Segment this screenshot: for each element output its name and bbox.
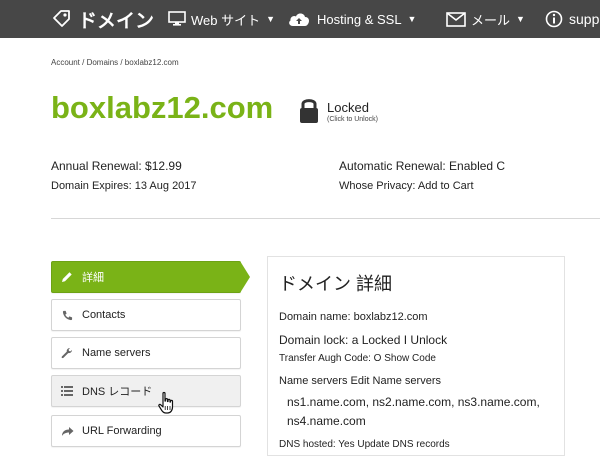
info-icon xyxy=(545,10,563,28)
pencil-icon xyxy=(52,271,82,283)
active-indicator xyxy=(240,261,250,293)
nav-web[interactable]: Web サイト ▼ xyxy=(168,0,275,38)
lock-hint: (Click to Unlock) xyxy=(327,116,378,123)
nav-hosting[interactable]: Hosting & SSL ▼ xyxy=(287,0,416,38)
lock-status[interactable]: Locked xyxy=(327,100,369,115)
top-nav: ドメイン Web サイト ▼ Hosting & SSL ▼ メール ▼ sup… xyxy=(0,0,600,38)
monitor-icon xyxy=(168,11,186,27)
chevron-down-icon: ▼ xyxy=(516,14,525,24)
domain-lock-row[interactable]: Domain lock: a Locked I Unlock xyxy=(279,333,447,347)
menu-item-name-servers[interactable]: Name servers xyxy=(51,337,241,369)
name-servers-values: ns1.name.com, ns2.name.com, ns3.name.com… xyxy=(287,395,540,428)
panel-title: ドメイン 詳細 xyxy=(279,274,393,294)
divider xyxy=(51,218,600,219)
menu-item-label: 詳細 xyxy=(82,272,104,284)
share-arrow-icon xyxy=(52,426,82,437)
lock-icon[interactable] xyxy=(298,96,320,129)
menu-item-contacts[interactable]: Contacts xyxy=(51,299,241,331)
page-title: boxlabz12.com xyxy=(51,90,274,125)
cloud-upload-icon xyxy=(287,10,311,28)
envelope-icon xyxy=(446,11,466,27)
menu-item-details[interactable]: 詳細 xyxy=(51,261,241,293)
menu-item-url-forwarding[interactable]: URL Forwarding xyxy=(51,415,241,447)
nav-support[interactable]: supp xyxy=(545,0,599,38)
whois-privacy[interactable]: Whose Privacy: Add to Cart xyxy=(339,180,474,192)
phone-icon xyxy=(52,310,82,321)
nav-hosting-label: Hosting & SSL xyxy=(317,11,402,27)
hand-cursor-icon xyxy=(158,391,176,420)
name-servers-row[interactable]: Name servers Edit Name servers xyxy=(279,375,441,387)
chevron-down-icon: ▼ xyxy=(266,14,276,24)
nav-mail[interactable]: メール ▼ xyxy=(446,0,525,38)
auto-renewal[interactable]: Automatic Renewal: Enabled C xyxy=(339,159,505,173)
annual-renewal: Annual Renewal: $12.99 xyxy=(51,159,182,173)
domain-expires: Domain Expires: 13 Aug 2017 xyxy=(51,180,197,192)
wrench-icon xyxy=(52,347,82,359)
nav-domains[interactable]: ドメイン xyxy=(52,0,154,38)
menu-item-label: Name servers xyxy=(82,347,151,359)
domain-name-row: Domain name: boxlabz12.com xyxy=(279,311,428,323)
menu-item-label: Contacts xyxy=(82,309,126,321)
list-icon xyxy=(52,386,82,396)
nav-web-label: Web サイト xyxy=(191,12,261,28)
nav-support-label: supp xyxy=(569,11,600,27)
tag-icon xyxy=(52,9,72,29)
menu-item-dns-records[interactable]: DNS レコード xyxy=(51,375,241,407)
breadcrumb[interactable]: Account / Domains / boxlabz12.com xyxy=(51,58,179,67)
nav-mail-label: メール xyxy=(471,12,511,28)
dns-hosted-row[interactable]: DNS hosted: Yes Update DNS records xyxy=(279,439,450,450)
nav-domains-label: ドメイン xyxy=(78,10,155,32)
menu-item-label: DNS レコード xyxy=(82,386,153,398)
menu-item-label: URL Forwarding xyxy=(82,425,162,437)
transfer-auth-row[interactable]: Transfer Augh Code: O Show Code xyxy=(279,353,436,364)
chevron-down-icon: ▼ xyxy=(407,14,417,24)
